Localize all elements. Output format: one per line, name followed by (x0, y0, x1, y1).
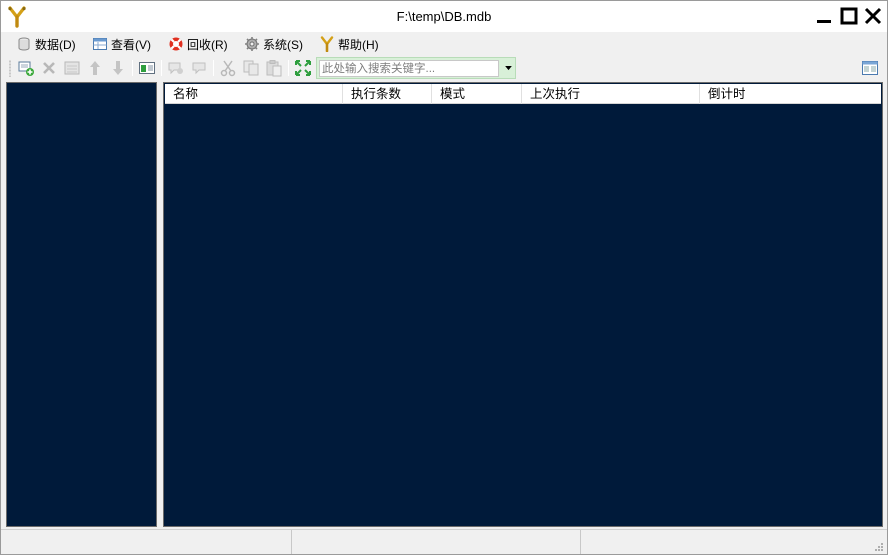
move-up-button[interactable] (86, 59, 104, 77)
column-header-name[interactable]: 名称 (165, 84, 343, 104)
column-header-exec-count[interactable]: 执行条数 (343, 84, 432, 104)
layout-toggle-button[interactable] (861, 59, 879, 77)
move-up-icon (90, 61, 100, 75)
status-bar (1, 529, 887, 554)
copy-button[interactable] (242, 59, 260, 77)
minimize-button[interactable] (813, 5, 835, 27)
expand-icon (295, 60, 311, 76)
resize-grip-icon[interactable] (874, 541, 884, 551)
title-bar[interactable]: F:\temp\DB.mdb (1, 1, 887, 32)
maximize-button[interactable] (838, 5, 860, 27)
toolbar-separator (132, 60, 133, 76)
menu-view-label: 查看(V) (111, 37, 151, 52)
chevron-down-icon (505, 66, 512, 71)
delete-button[interactable] (40, 59, 58, 77)
menu-data-label: 数据(D) (35, 37, 76, 52)
app-window: F:\temp\DB.mdb 数据(D) 查看(V) 回收(R) 系统(S) 帮… (0, 0, 888, 555)
minimize-icon (817, 20, 831, 23)
layout-icon (862, 61, 878, 75)
search-dropdown-button[interactable] (502, 60, 515, 77)
toolbar (1, 56, 887, 80)
add-item-button[interactable] (17, 59, 35, 77)
gear-icon (244, 36, 260, 52)
status-panel-2 (292, 530, 581, 554)
toolbar-separator (161, 60, 162, 76)
maximize-icon (840, 7, 858, 25)
paste-button[interactable] (265, 59, 283, 77)
column-header-mode[interactable]: 模式 (432, 84, 522, 104)
cut-icon (220, 60, 236, 77)
view-grid-icon (92, 36, 108, 52)
menu-help-label: 帮助(H) (338, 37, 379, 52)
cut-button[interactable] (219, 59, 237, 77)
close-icon (864, 7, 882, 25)
comment-add-button[interactable] (167, 59, 185, 77)
slingshot-y-icon (319, 36, 335, 52)
comment-add-icon (168, 62, 183, 75)
column-header-last-run[interactable]: 上次执行 (522, 84, 700, 104)
add-item-icon (18, 61, 34, 76)
menu-system[interactable]: 系统(S) (244, 34, 303, 54)
expand-button[interactable] (294, 59, 312, 77)
toolbar-grip[interactable] (9, 60, 11, 77)
status-panel-3 (581, 530, 871, 554)
menu-recycle[interactable]: 回收(R) (168, 34, 228, 54)
menu-bar: 数据(D) 查看(V) 回收(R) 系统(S) 帮助(H) (1, 32, 887, 55)
close-button[interactable] (862, 5, 884, 27)
database-icon (16, 36, 32, 52)
paste-icon (266, 60, 282, 77)
toolbar-separator (288, 60, 289, 76)
properties-icon (64, 61, 80, 75)
lifebuoy-icon (168, 36, 184, 52)
status-panel-1 (1, 530, 292, 554)
comment-button[interactable] (190, 59, 208, 77)
copy-icon (243, 60, 259, 76)
delete-icon (43, 62, 55, 74)
menu-help[interactable]: 帮助(H) (319, 34, 379, 54)
preview-button[interactable] (138, 59, 156, 77)
toolbar-separator (213, 60, 214, 76)
tree-pane[interactable] (6, 82, 157, 527)
comment-icon (192, 62, 206, 75)
move-down-button[interactable] (109, 59, 127, 77)
menu-system-label: 系统(S) (263, 37, 303, 52)
search-input[interactable] (319, 60, 499, 77)
properties-button[interactable] (63, 59, 81, 77)
list-header: 名称 执行条数 模式 上次执行 倒计时 (165, 84, 881, 104)
search-box (316, 57, 516, 79)
menu-recycle-label: 回收(R) (187, 37, 228, 52)
preview-icon (139, 62, 155, 74)
task-list-pane[interactable]: 名称 执行条数 模式 上次执行 倒计时 (163, 82, 883, 527)
window-title: F:\temp\DB.mdb (396, 9, 492, 24)
move-down-icon (113, 61, 123, 75)
column-header-countdown[interactable]: 倒计时 (700, 84, 881, 104)
menu-data[interactable]: 数据(D) (16, 34, 76, 54)
menu-view[interactable]: 查看(V) (92, 34, 151, 54)
